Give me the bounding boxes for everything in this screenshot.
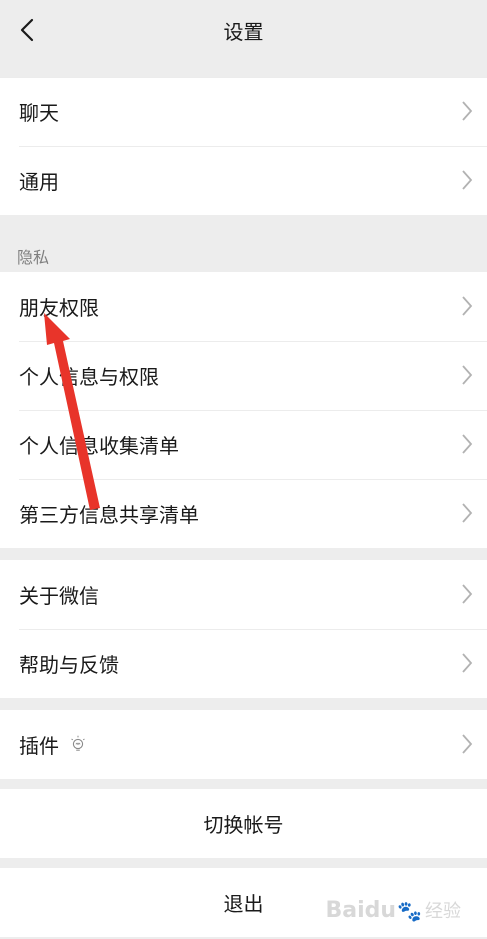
chevron-right-icon bbox=[462, 170, 473, 190]
settings-item-help-feedback[interactable]: 帮助与反馈 bbox=[0, 629, 487, 698]
settings-item-personal-info-collection[interactable]: 个人信息收集清单 bbox=[0, 410, 487, 479]
settings-group-general: 聊天 通用 bbox=[0, 77, 487, 215]
settings-item-label: 朋友权限 bbox=[19, 296, 99, 320]
logout-label: 退出 bbox=[223, 892, 264, 916]
chevron-right-icon bbox=[462, 653, 473, 673]
settings-item-chat[interactable]: 聊天 bbox=[0, 77, 487, 146]
top-divider bbox=[0, 77, 487, 78]
settings-item-label: 关于微信 bbox=[19, 584, 99, 608]
chevron-right-icon bbox=[462, 734, 473, 754]
chevron-right-icon bbox=[462, 296, 473, 316]
settings-item-about-wechat[interactable]: 关于微信 bbox=[0, 560, 487, 629]
paw-icon: 🐾 bbox=[397, 899, 422, 923]
settings-item-label: 聊天 bbox=[19, 101, 59, 125]
section-label-privacy: 隐私 bbox=[17, 248, 50, 267]
settings-item-label: 第三方信息共享清单 bbox=[19, 503, 199, 527]
chevron-right-icon bbox=[462, 434, 473, 454]
settings-group-privacy: 朋友权限 个人信息与权限 个人信息收集清单 第三方信息共享清单 bbox=[0, 272, 487, 548]
settings-item-friend-permissions[interactable]: 朋友权限 bbox=[0, 272, 487, 341]
settings-item-personal-info-permissions[interactable]: 个人信息与权限 bbox=[0, 341, 487, 410]
settings-group-plugins: 插件 bbox=[0, 710, 487, 779]
watermark-sub: 经验 bbox=[425, 901, 461, 922]
lightbulb-icon bbox=[71, 735, 85, 751]
switch-account-label: 切换帐号 bbox=[203, 813, 284, 837]
settings-item-general[interactable]: 通用 bbox=[0, 146, 487, 215]
settings-item-label: 通用 bbox=[19, 170, 59, 194]
chevron-right-icon bbox=[462, 101, 473, 121]
settings-item-third-party-sharing[interactable]: 第三方信息共享清单 bbox=[0, 479, 487, 548]
chevron-right-icon bbox=[462, 503, 473, 523]
switch-account-button[interactable]: 切换帐号 bbox=[0, 789, 487, 858]
page-title: 设置 bbox=[223, 20, 264, 44]
chevron-right-icon bbox=[462, 365, 473, 385]
settings-item-label: 个人信息收集清单 bbox=[19, 434, 179, 458]
settings-item-plugins[interactable]: 插件 bbox=[0, 710, 487, 779]
navigation-bar: 设置 bbox=[0, 0, 487, 60]
baidu-watermark: Baidu 🐾 经验 bbox=[326, 897, 461, 923]
settings-item-label: 插件 bbox=[19, 734, 59, 758]
settings-group-about: 关于微信 帮助与反馈 bbox=[0, 560, 487, 698]
chevron-right-icon bbox=[462, 584, 473, 604]
settings-item-label: 个人信息与权限 bbox=[19, 365, 159, 389]
settings-item-label: 帮助与反馈 bbox=[19, 653, 119, 677]
watermark-brand: Baidu bbox=[325, 898, 397, 923]
